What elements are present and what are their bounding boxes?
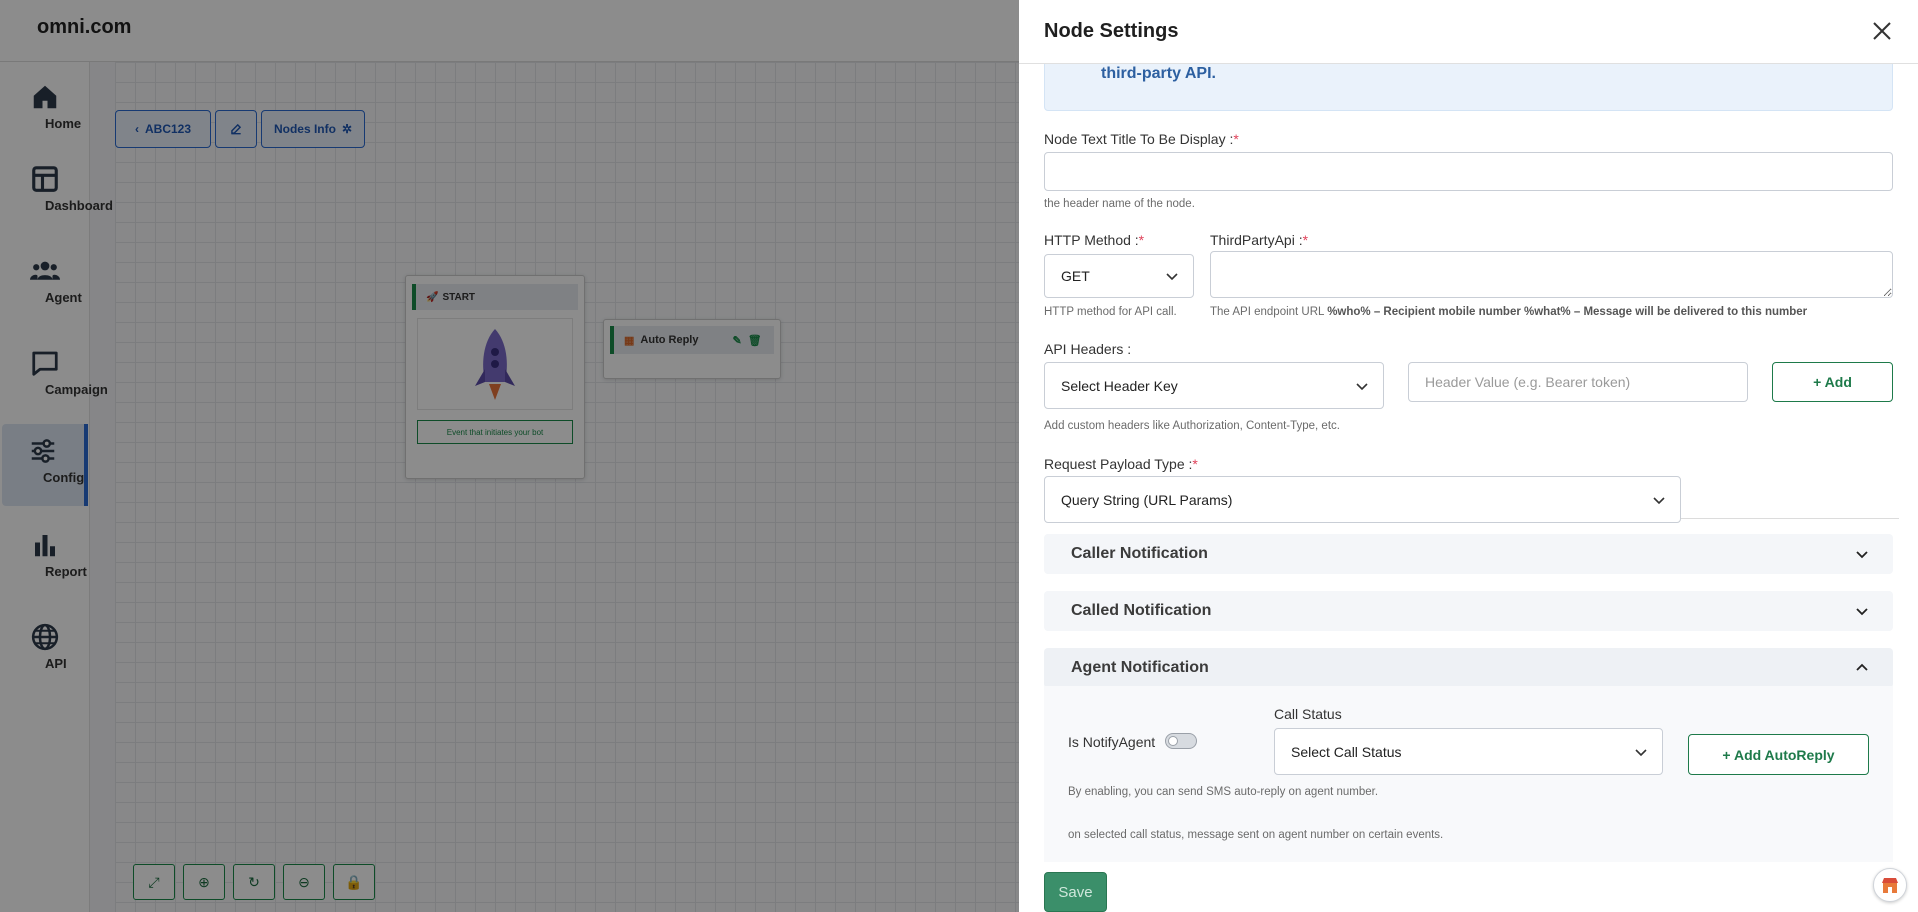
api-help-prefix: The API endpoint URL (1210, 306, 1328, 318)
notify-help-2: on selected call status, message sent on… (1068, 829, 1444, 841)
http-method-label: HTTP Method :* (1044, 232, 1144, 248)
caller-notification-title: Caller Notification (1071, 545, 1208, 562)
third-party-api-label-text: ThirdPartyApi : (1210, 232, 1303, 248)
called-notification-title: Called Notification (1071, 602, 1212, 619)
chevron-down-icon (1856, 608, 1868, 616)
http-method-value: GET (1061, 268, 1090, 284)
drawer-title: Node Settings (1044, 20, 1179, 42)
chevron-down-icon (1653, 496, 1665, 504)
save-button[interactable]: Save (1044, 872, 1107, 912)
node-title-input[interactable] (1044, 152, 1893, 191)
drawer-header: Node Settings (1019, 0, 1918, 64)
required-mark: * (1138, 232, 1145, 248)
header-key-value: Select Header Key (1061, 377, 1178, 394)
payload-type-label: Request Payload Type :* (1044, 456, 1198, 472)
chat-widget-button[interactable] (1873, 868, 1907, 902)
header-key-select[interactable]: Select Header Key (1044, 362, 1384, 409)
add-header-button[interactable]: + Add (1772, 362, 1893, 402)
called-notification-accordion[interactable]: Called Notification (1044, 591, 1893, 631)
notify-agent-toggle[interactable] (1165, 733, 1197, 749)
http-method-select[interactable]: GET (1044, 254, 1194, 298)
api-headers-label: API Headers : (1044, 341, 1132, 357)
notify-agent-label: Is NotifyAgent (1068, 734, 1156, 750)
close-icon (1873, 22, 1891, 40)
http-method-label-text: HTTP Method : (1044, 232, 1139, 248)
required-mark: * (1233, 131, 1239, 147)
required-mark: * (1302, 232, 1309, 248)
chevron-down-icon (1356, 382, 1368, 390)
info-text: third-party API. (1101, 65, 1216, 82)
toggle-knob (1168, 736, 1178, 746)
api-help-bold: %who% – Recipient mobile number %what% –… (1327, 306, 1808, 318)
caller-notification-accordion[interactable]: Caller Notification (1044, 534, 1893, 574)
payload-type-select[interactable]: Query String (URL Params) (1044, 476, 1681, 523)
call-status-value: Select Call Status (1291, 743, 1402, 760)
third-party-api-label: ThirdPartyApi :* (1210, 232, 1308, 248)
store-icon (1882, 878, 1898, 893)
payload-type-label-text: Request Payload Type : (1044, 456, 1193, 472)
chevron-down-icon (1166, 273, 1178, 281)
call-status-label: Call Status (1274, 706, 1342, 722)
node-title-help: the header name of the node. (1044, 198, 1195, 210)
close-button[interactable] (1869, 18, 1895, 44)
payload-type-value: Query String (URL Params) (1061, 491, 1233, 508)
header-value-input[interactable] (1408, 362, 1748, 402)
notify-help-1: By enabling, you can send SMS auto-reply… (1068, 786, 1379, 798)
node-title-label: Node Text Title To Be Display :* (1044, 131, 1239, 147)
http-method-help: HTTP method for API call. (1044, 306, 1177, 318)
agent-notification-title: Agent Notification (1071, 659, 1209, 676)
chevron-down-icon (1856, 551, 1868, 559)
node-title-label-text: Node Text Title To Be Display : (1044, 131, 1234, 147)
api-headers-help: Add custom headers like Authorization, C… (1044, 420, 1340, 432)
add-autoreply-button[interactable]: + Add AutoReply (1688, 734, 1869, 775)
third-party-api-input[interactable] (1210, 251, 1893, 298)
third-party-api-help: The API endpoint URL %who% – Recipient m… (1210, 306, 1807, 318)
chevron-down-icon (1635, 748, 1647, 756)
call-status-select[interactable]: Select Call Status (1274, 728, 1663, 775)
agent-notification-accordion[interactable]: Agent Notification (1044, 648, 1893, 688)
required-mark: * (1192, 456, 1198, 472)
chevron-up-icon (1856, 663, 1868, 671)
